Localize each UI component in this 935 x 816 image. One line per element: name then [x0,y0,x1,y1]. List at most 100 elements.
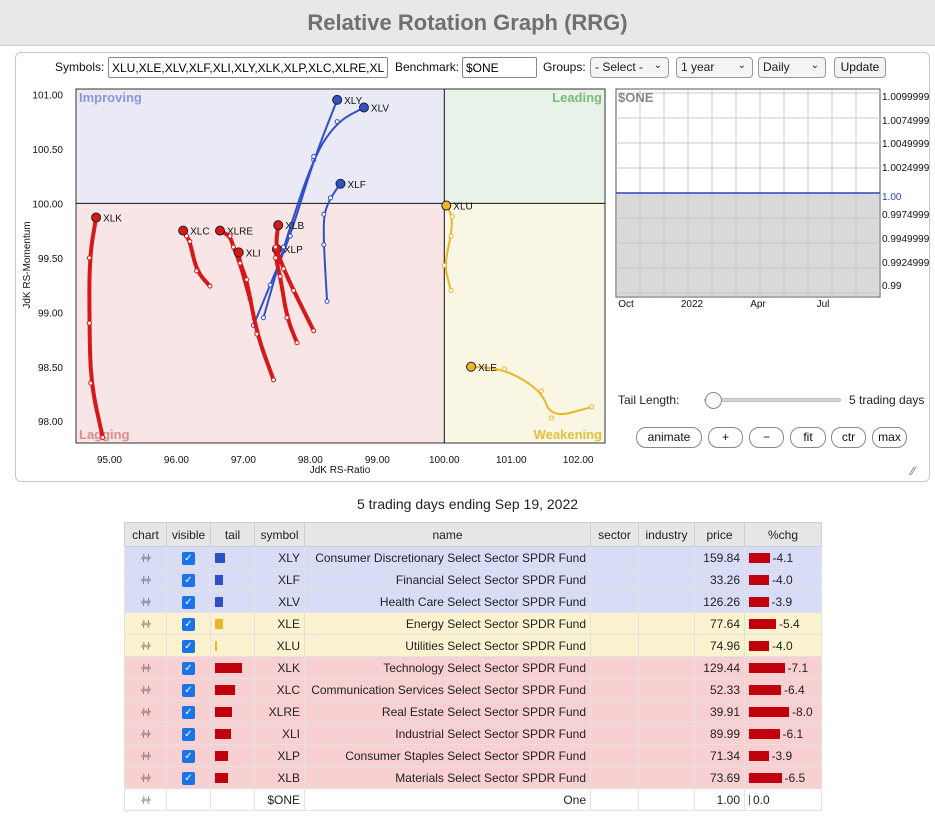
chart-icon[interactable]: ⫩⫩ [141,686,152,697]
chart-icon[interactable]: ⫩⫩ [141,796,152,807]
table-row[interactable]: ⫩⫩ ✓ XLU Utilities Select Sector SPDR Fund 7… [124,634,822,657]
quadrant-label-weakening: Weakening [534,427,602,442]
price-text: 33.26 [709,572,740,587]
chart-icon[interactable]: ⫩⫩ [141,642,152,653]
symbol-text: XLI [281,726,300,741]
visible-checkbox[interactable]: ✓ [182,595,195,609]
price-text: 159.84 [703,550,740,565]
fit-button[interactable]: fit [790,427,826,448]
max-button[interactable]: max [872,427,907,448]
chart-cell[interactable]: ⫩⫩ [124,722,167,745]
tail-point-xli [271,377,277,383]
visible-cell[interactable]: ✓ [166,546,211,569]
column-header-industry[interactable]: industry [638,522,695,547]
tail-length-value: 5 trading days [849,393,925,407]
pct-change-text: -4.1 [772,550,794,565]
name-text: Consumer Discretionary Select Sector SPD… [315,550,586,565]
column-header-visible[interactable]: visible [166,522,211,547]
tail-length-slider-handle[interactable] [705,392,722,409]
visible-checkbox[interactable]: ✓ [182,771,195,785]
visible-cell[interactable]: ✓ [166,700,211,723]
resize-handle-icon[interactable]: ∕∕ [911,464,915,478]
chart-icon[interactable]: ⫩⫩ [141,708,152,719]
chart-cell[interactable]: ⫩⫩ [124,744,167,767]
chart-icon[interactable]: ⫩⫩ [141,664,152,675]
industry-cell [638,568,695,591]
chart-icon[interactable]: ⫩⫩ [141,598,152,609]
price-cell: 159.84 [694,546,745,569]
symbol-cell: XLC [254,678,305,701]
table-row[interactable]: ⫩⫩ $ONE One 1.00 0.0 [124,788,822,811]
visible-checkbox[interactable]: ✓ [182,705,195,719]
chart-icon[interactable]: ⫩⫩ [141,752,152,763]
visible-checkbox[interactable]: ✓ [182,749,195,763]
visible-checkbox[interactable]: ✓ [182,727,195,741]
visible-cell[interactable]: ✓ [166,634,211,657]
symbol-text: XLP [277,748,300,763]
column-header-pctchg[interactable]: %chg [744,522,822,547]
chart-cell[interactable]: ⫩⫩ [124,568,167,591]
column-header-symbol[interactable]: symbol [254,522,305,547]
center-button[interactable]: ctr [831,427,866,448]
chart-cell[interactable]: ⫩⫩ [124,788,167,811]
table-row[interactable]: ⫩⫩ ✓ XLP Consumer Staples Select Sector SPD… [124,744,822,767]
visible-cell[interactable]: ✓ [166,766,211,789]
chart-cell[interactable]: ⫩⫩ [124,612,167,635]
chart-cell[interactable]: ⫩⫩ [124,700,167,723]
industry-cell [638,788,695,811]
table-row[interactable]: ⫩⫩ ✓ XLE Energy Select Sector SPDR Fund 77.6… [124,612,822,635]
table-row[interactable]: ⫩⫩ ✓ XLY Consumer Discretionary Select Sect… [124,546,822,569]
chart-icon[interactable]: ⫩⫩ [141,554,152,565]
chart-cell[interactable]: ⫩⫩ [124,634,167,657]
chart-cell[interactable]: ⫩⫩ [124,678,167,701]
column-header-chart[interactable]: chart [124,522,167,547]
chart-cell[interactable]: ⫩⫩ [124,656,167,679]
visible-checkbox[interactable]: ✓ [182,551,195,565]
mini-x-tick-label: Jul [817,299,830,310]
table-row[interactable]: ⫩⫩ ✓ XLV Health Care Select Sector SPDR Fun… [124,590,822,613]
pct-change: -7.1 [749,661,808,675]
visible-cell[interactable]: ✓ [166,590,211,613]
chart-icon[interactable]: ⫩⫩ [141,774,152,785]
name-text: Utilities Select Sector SPDR Fund [405,638,586,653]
visible-checkbox[interactable]: ✓ [182,661,195,675]
name-cell: Health Care Select Sector SPDR Fund [304,590,591,613]
column-header-price[interactable]: price [694,522,745,547]
table-row[interactable]: ⫩⫩ ✓ XLK Technology Select Sector SPDR Fund… [124,656,822,679]
table-row[interactable]: ⫩⫩ ✓ XLC Communication Services Select Sect… [124,678,822,701]
chart-icon[interactable]: ⫩⫩ [141,576,152,587]
visible-cell[interactable]: ✓ [166,744,211,767]
column-header-name[interactable]: name [304,522,591,547]
price-text: 89.99 [709,726,740,741]
column-header-sector[interactable]: sector [590,522,639,547]
industry-cell [638,590,695,613]
visible-checkbox[interactable]: ✓ [182,617,195,631]
column-header-tail[interactable]: tail [210,522,255,547]
chart-cell[interactable]: ⫩⫩ [124,766,167,789]
tail-cell [210,722,255,745]
price-cell: 129.44 [694,656,745,679]
zoom-out-button[interactable]: − [749,427,784,448]
chart-cell[interactable]: ⫩⫩ [124,546,167,569]
chart-icon[interactable]: ⫩⫩ [141,620,152,631]
chart-cell[interactable]: ⫩⫩ [124,590,167,613]
tail-length-slider[interactable] [704,392,841,409]
visible-checkbox[interactable]: ✓ [182,639,195,653]
table-row[interactable]: ⫩⫩ ✓ XLI Industrial Select Sector SPDR Fund… [124,722,822,745]
industry-cell [638,700,695,723]
table-row[interactable]: ⫩⫩ ✓ XLRE Real Estate Select Sector SPDR Fu… [124,700,822,723]
chart-icon[interactable]: ⫩⫩ [141,730,152,741]
visible-cell[interactable]: ✓ [166,612,211,635]
table-row[interactable]: ⫩⫩ ✓ XLB Materials Select Sector SPDR Fund 7… [124,766,822,789]
tail-swatch [215,575,223,586]
table-row[interactable]: ⫩⫩ ✓ XLF Financial Select Sector SPDR Fund 3… [124,568,822,591]
visible-checkbox[interactable]: ✓ [182,683,195,697]
pct-change-bar [749,597,769,608]
visible-cell[interactable]: ✓ [166,568,211,591]
visible-cell[interactable]: ✓ [166,656,211,679]
animate-button[interactable]: animate [636,427,702,448]
visible-cell[interactable]: ✓ [166,722,211,745]
visible-cell[interactable]: ✓ [166,678,211,701]
visible-checkbox[interactable]: ✓ [182,573,195,587]
zoom-in-button[interactable]: + [708,427,743,448]
